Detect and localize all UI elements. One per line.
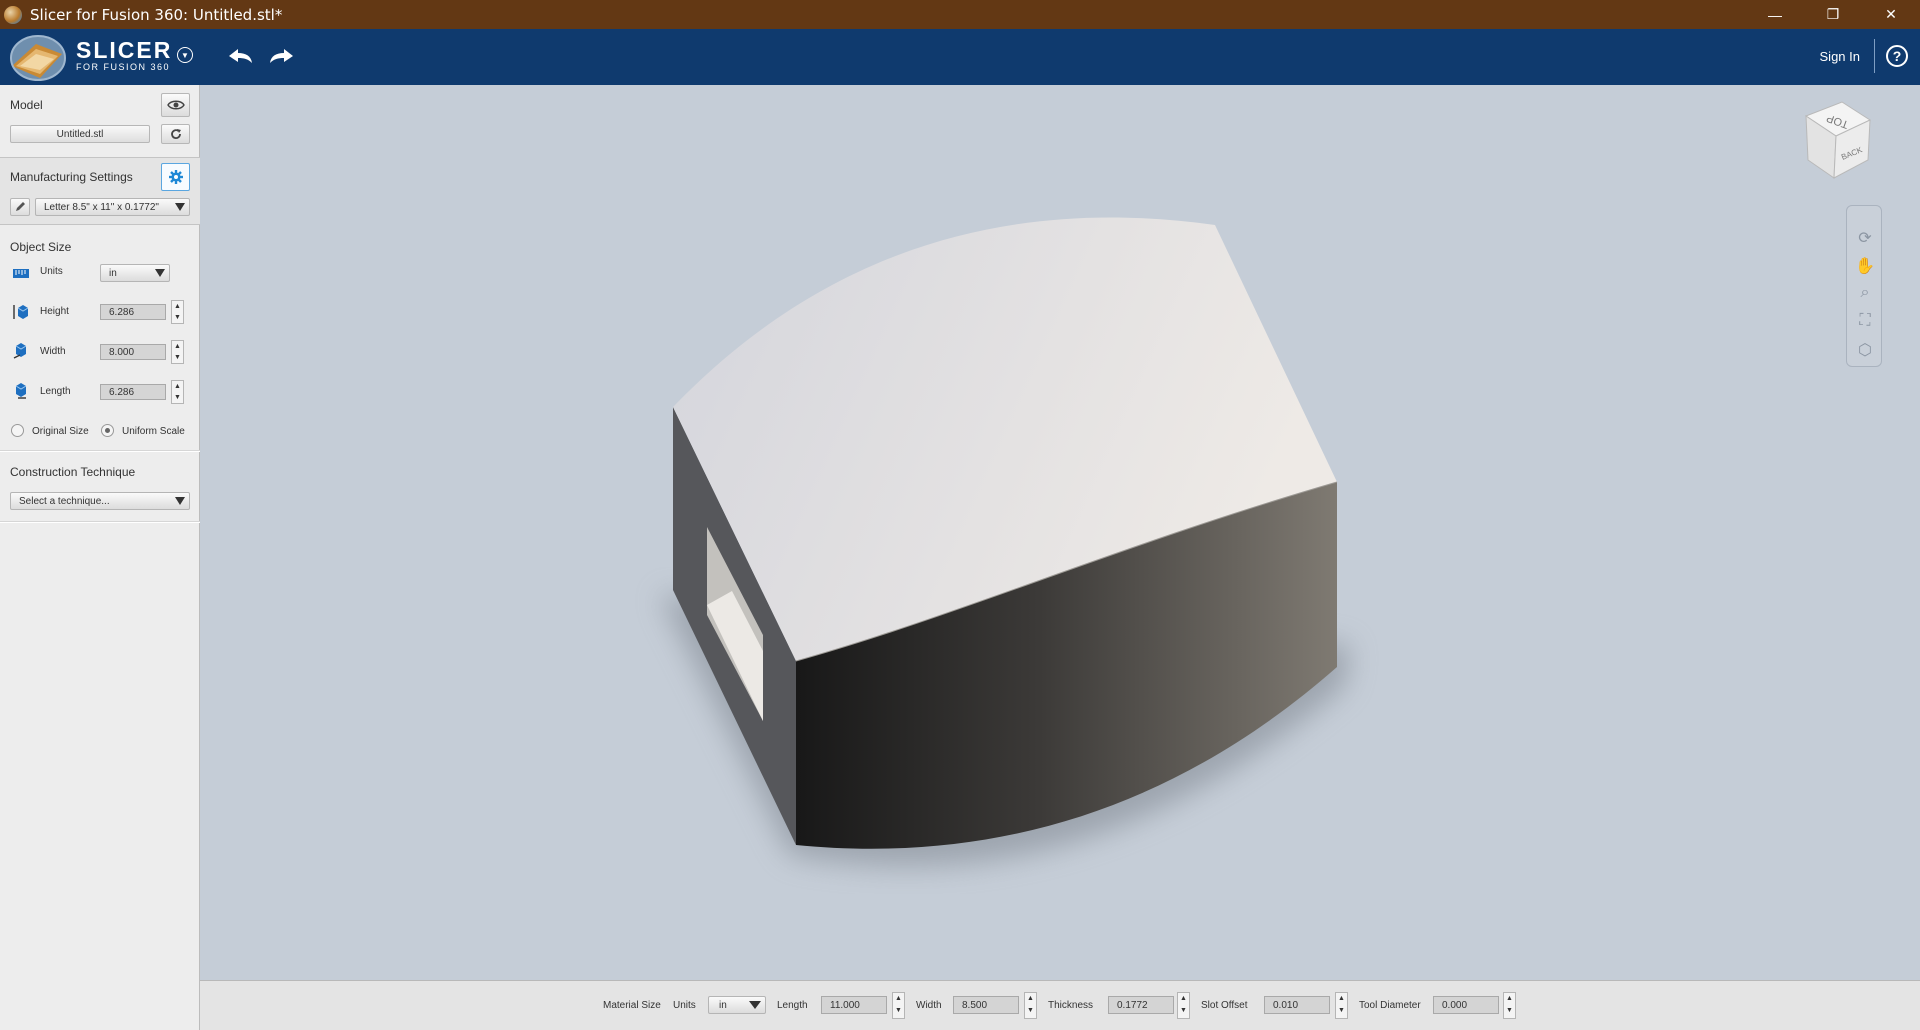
- material-size-label: Material Size: [603, 1000, 661, 1011]
- pan-hand-icon[interactable]: ✋: [1855, 256, 1875, 276]
- home-view-cube-icon[interactable]: ⬡: [1855, 340, 1875, 360]
- tool-diameter-stepper[interactable]: ▲ ▼: [1503, 992, 1516, 1019]
- window-title: Slicer for Fusion 360: Untitled.stl*: [30, 5, 283, 24]
- object-size-title: Object Size: [10, 240, 72, 254]
- help-icon[interactable]: ?: [1886, 45, 1908, 67]
- app-header: SLICER FOR FUSION 360 ▼ Sign In ?: [0, 29, 1920, 85]
- edit-pencil-icon[interactable]: [10, 198, 30, 216]
- undo-icon[interactable]: [226, 44, 254, 68]
- material-preset-dropdown[interactable]: Letter 8.5" x 11" x 0.1772": [35, 198, 190, 216]
- units-ruler-icon: [13, 269, 29, 278]
- visibility-eye-icon[interactable]: [161, 93, 190, 117]
- tool-diameter-label: Tool Diameter: [1359, 1000, 1421, 1011]
- model-section-title: Model: [10, 98, 43, 112]
- orbit-icon[interactable]: ⟳: [1855, 228, 1875, 248]
- material-length-label: Length: [777, 1000, 808, 1011]
- material-size-bar: Material Size Units in Length 11.000 ▲ ▼ …: [200, 980, 1920, 1030]
- length-stepper[interactable]: ▲ ▼: [171, 380, 184, 404]
- material-units-label: Units: [673, 1000, 696, 1011]
- material-thickness-stepper[interactable]: ▲ ▼: [1177, 992, 1190, 1019]
- original-size-radio[interactable]: [11, 424, 24, 437]
- height-input[interactable]: 6.286: [100, 304, 166, 320]
- height-cube-icon: [13, 305, 29, 319]
- 3d-viewport[interactable]: TOP BACK ⟳ ✋ ⌕ ⛶ ⬡: [200, 85, 1920, 980]
- length-cube-icon: [15, 383, 27, 399]
- height-stepper[interactable]: ▲ ▼: [171, 300, 184, 324]
- chevron-down-icon: [175, 203, 185, 211]
- view-cube[interactable]: TOP BACK: [1798, 98, 1878, 182]
- zoom-icon[interactable]: ⌕: [1855, 284, 1875, 304]
- section-divider: [0, 450, 200, 452]
- technique-dropdown[interactable]: Select a technique...: [10, 492, 190, 510]
- width-cube-icon: [13, 343, 27, 359]
- title-bar: Slicer for Fusion 360: Untitled.stl* — ❐…: [0, 0, 1920, 29]
- uniform-scale-label: Uniform Scale: [122, 426, 185, 437]
- material-width-stepper[interactable]: ▲ ▼: [1024, 992, 1037, 1019]
- window-controls: — ❐ ✕: [1746, 0, 1920, 29]
- left-panel: Model Untitled.stl Manufacturing Setting…: [0, 85, 200, 1030]
- units-value: in: [109, 267, 117, 279]
- slot-offset-stepper[interactable]: ▲ ▼: [1335, 992, 1348, 1019]
- length-label: Length: [40, 386, 71, 397]
- logo-main: SLICER: [76, 37, 173, 63]
- material-units-value: in: [719, 999, 727, 1011]
- length-input[interactable]: 6.286: [100, 384, 166, 400]
- close-button[interactable]: ✕: [1862, 0, 1920, 29]
- fit-view-icon[interactable]: ⛶: [1855, 312, 1875, 332]
- width-label: Width: [40, 346, 66, 357]
- material-units-dropdown[interactable]: in: [708, 996, 766, 1014]
- chevron-down-icon: [155, 269, 165, 277]
- uniform-scale-radio[interactable]: [101, 424, 114, 437]
- minimize-button[interactable]: —: [1746, 0, 1804, 29]
- material-thickness-input[interactable]: 0.1772: [1108, 996, 1174, 1014]
- chevron-down-icon: [749, 1001, 761, 1009]
- material-length-input[interactable]: 11.000: [821, 996, 887, 1014]
- units-label: Units: [40, 266, 63, 277]
- slicer-logo-icon: [10, 35, 66, 81]
- height-label: Height: [40, 306, 69, 317]
- app-icon: [4, 5, 22, 24]
- model-file-button[interactable]: Untitled.stl: [10, 125, 150, 143]
- width-input[interactable]: 8.000: [100, 344, 166, 360]
- reload-icon[interactable]: [161, 124, 190, 144]
- section-divider: [0, 521, 200, 523]
- construction-title: Construction Technique: [10, 465, 136, 479]
- tool-diameter-input[interactable]: 0.000: [1433, 996, 1499, 1014]
- chevron-down-icon: [175, 497, 185, 505]
- header-divider: [1874, 39, 1875, 73]
- slot-offset-label: Slot Offset: [1201, 1000, 1248, 1011]
- logo-sub: FOR FUSION 360: [76, 62, 171, 72]
- material-length-stepper[interactable]: ▲ ▼: [892, 992, 905, 1019]
- manufacturing-title: Manufacturing Settings: [10, 170, 133, 184]
- navigation-bar: ⟳ ✋ ⌕ ⛶ ⬡: [1846, 205, 1882, 367]
- material-width-label: Width: [916, 1000, 942, 1011]
- sign-in-link[interactable]: Sign In: [1820, 49, 1860, 64]
- original-size-label: Original Size: [32, 426, 89, 437]
- logo-text: SLICER FOR FUSION 360: [76, 37, 173, 73]
- material-width-input[interactable]: 8.500: [953, 996, 1019, 1014]
- technique-placeholder: Select a technique...: [19, 495, 110, 507]
- app-menu-chevron-icon[interactable]: ▼: [177, 47, 193, 63]
- model-render[interactable]: [200, 85, 1920, 980]
- material-thickness-label: Thickness: [1048, 1000, 1094, 1011]
- width-stepper[interactable]: ▲ ▼: [171, 340, 184, 364]
- material-preset-value: Letter 8.5" x 11" x 0.1772": [44, 201, 159, 213]
- restore-button[interactable]: ❐: [1804, 0, 1862, 29]
- settings-gear-icon[interactable]: [161, 163, 190, 191]
- slot-offset-input[interactable]: 0.010: [1264, 996, 1330, 1014]
- redo-icon[interactable]: [268, 44, 296, 68]
- units-dropdown[interactable]: in: [100, 264, 170, 282]
